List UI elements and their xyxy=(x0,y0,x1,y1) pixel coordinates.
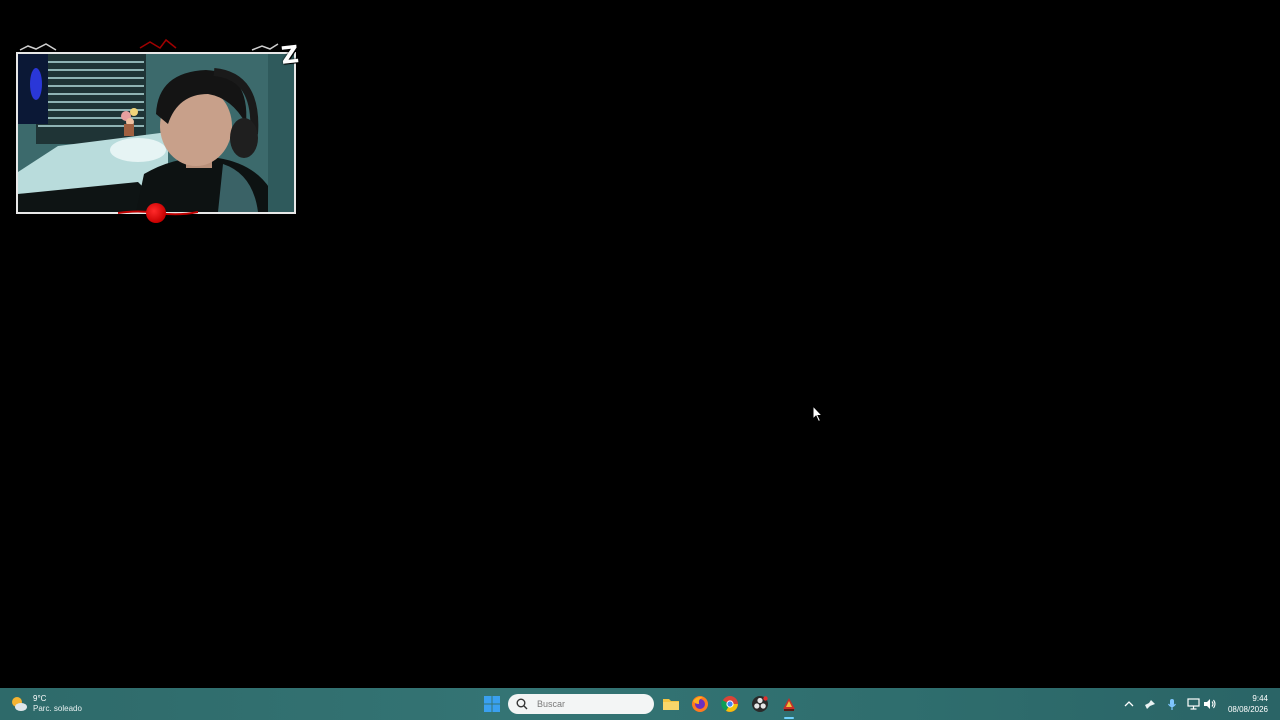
taskbar-obs[interactable] xyxy=(749,693,771,715)
obs-icon xyxy=(752,696,768,712)
webcam-video-feed xyxy=(18,54,294,212)
windows-icon xyxy=(484,696,500,712)
blood-drop-decoration xyxy=(146,203,166,223)
volume-icon xyxy=(1203,699,1216,709)
firefox-icon xyxy=(692,696,708,712)
weather-widget[interactable]: 9°C Parc. soleado xyxy=(10,692,82,716)
channel-logo: Z xyxy=(279,40,301,70)
clock-date: 08/08/2026 xyxy=(1227,705,1268,714)
weather-condition: Parc. soleado xyxy=(33,704,82,713)
tray-network[interactable] xyxy=(1186,696,1200,712)
taskbar-chrome[interactable] xyxy=(719,693,741,715)
taskbar-game-app[interactable] xyxy=(778,693,800,715)
active-app-indicator xyxy=(784,717,794,719)
game-icon xyxy=(783,698,795,711)
weather-temperature: 9°C xyxy=(33,694,47,703)
tray-volume[interactable] xyxy=(1202,696,1216,712)
taskbar-firefox[interactable] xyxy=(689,693,711,715)
taskbar: 9°C Parc. soleado Buscar 9:44 08/08/2026 xyxy=(0,688,1280,720)
start-button[interactable] xyxy=(481,693,503,715)
show-hidden-icons-button[interactable] xyxy=(1122,696,1136,712)
partly-sunny-icon xyxy=(12,697,27,711)
steam-icon xyxy=(1145,700,1155,709)
network-icon xyxy=(1186,698,1200,710)
desktop: Z xyxy=(0,0,1280,688)
tray-microphone[interactable] xyxy=(1165,696,1179,712)
tray-steam[interactable] xyxy=(1143,696,1157,712)
taskbar-file-explorer[interactable] xyxy=(660,693,682,715)
chevron-up-icon xyxy=(1124,701,1134,707)
mouse-cursor-icon xyxy=(812,405,824,423)
webcam-overlay xyxy=(16,52,296,214)
taskbar-search-box[interactable]: Buscar xyxy=(508,694,654,714)
clock-time: 9:44 xyxy=(1252,694,1268,703)
chrome-icon xyxy=(721,696,738,712)
search-icon xyxy=(516,698,528,710)
microphone-icon xyxy=(1168,698,1176,710)
search-placeholder: Buscar xyxy=(537,699,566,709)
taskbar-clock[interactable]: 9:44 08/08/2026 xyxy=(1228,693,1268,715)
folder-icon xyxy=(663,699,679,710)
